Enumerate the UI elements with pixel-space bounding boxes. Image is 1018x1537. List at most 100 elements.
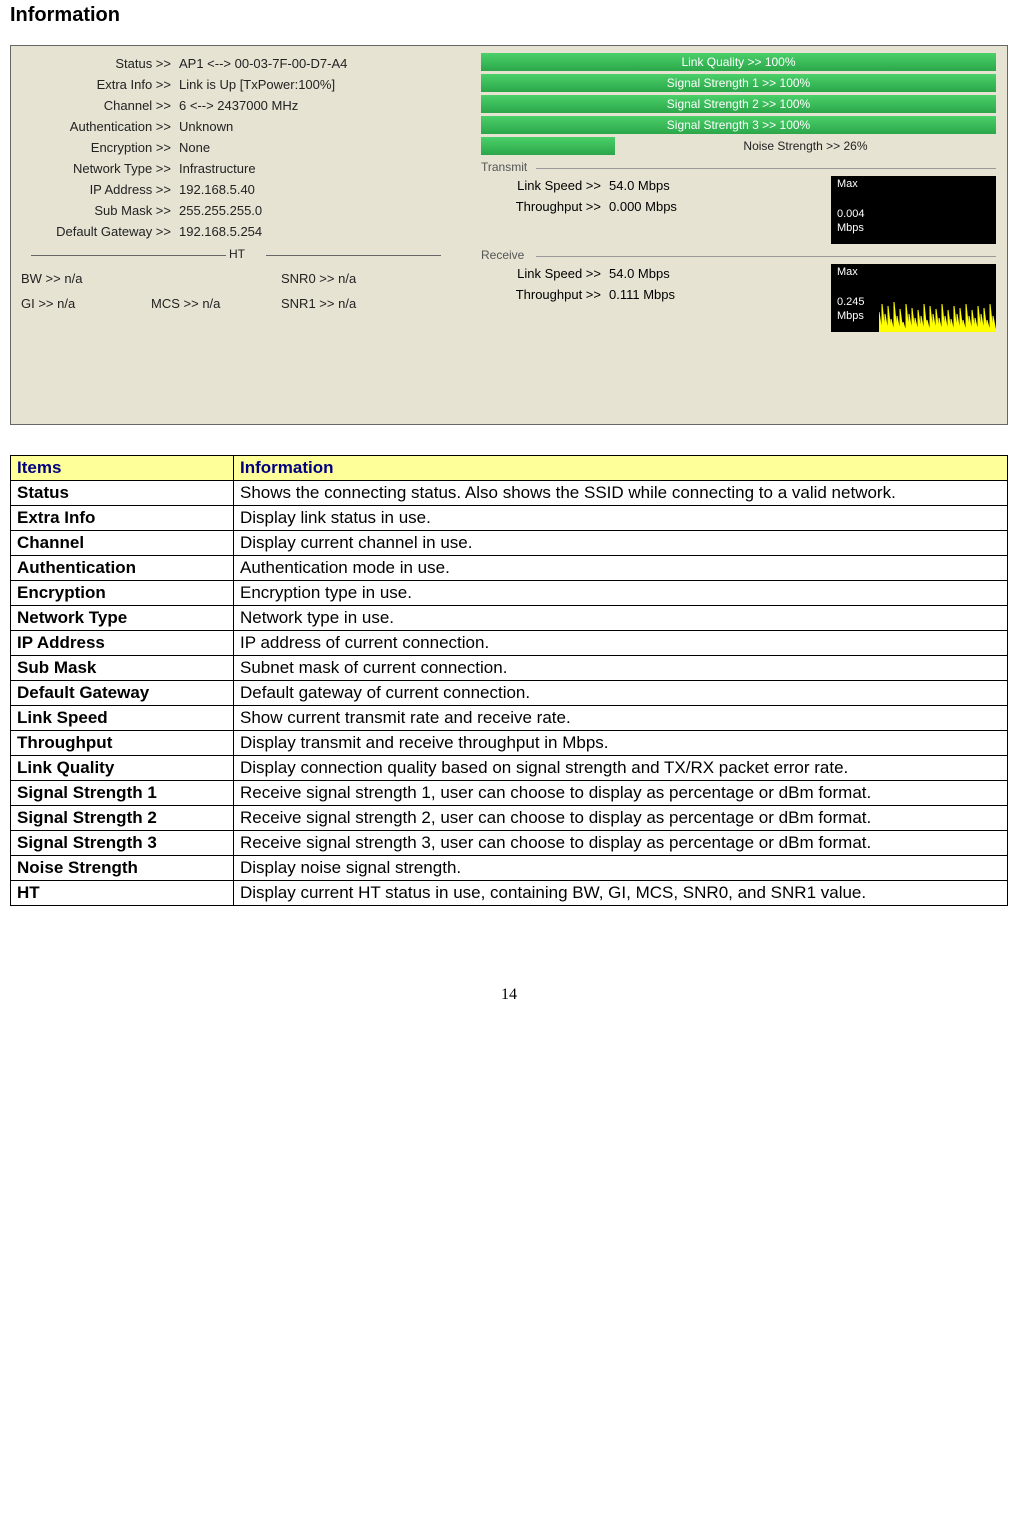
- kv-row: Extra Info >>Link is Up [TxPower:100%]: [21, 77, 441, 92]
- right-column: Link Quality >> 100% Signal Strength 1 >…: [481, 52, 996, 332]
- table-row: ChannelDisplay current channel in use.: [11, 531, 1008, 556]
- table-info: Encryption type in use.: [234, 581, 1008, 606]
- kv-label: Channel >>: [21, 98, 175, 113]
- kv-value: 255.255.255.0: [175, 203, 441, 218]
- table-row: Sub MaskSubnet mask of current connectio…: [11, 656, 1008, 681]
- receive-chart: Max 0.245 Mbps: [831, 264, 996, 332]
- left-column: Status >>AP1 <--> 00-03-7F-00-D7-A4Extra…: [21, 56, 441, 311]
- tx-linkspeed-label: Link Speed >>: [481, 178, 605, 193]
- info-table: Items Information StatusShows the connec…: [10, 455, 1008, 906]
- kv-value: 192.168.5.254: [175, 224, 441, 239]
- table-item: Default Gateway: [11, 681, 234, 706]
- kv-value: AP1 <--> 00-03-7F-00-D7-A4: [175, 56, 441, 71]
- rx-linkspeed-label: Link Speed >>: [481, 266, 605, 281]
- kv-label: Sub Mask >>: [21, 203, 175, 218]
- table-item: Channel: [11, 531, 234, 556]
- kv-label: Status >>: [21, 56, 175, 71]
- ht-gi: GI >>: [21, 296, 54, 311]
- table-row: HTDisplay current HT status in use, cont…: [11, 881, 1008, 906]
- rx-throughput-label: Throughput >>: [481, 287, 605, 302]
- table-info: Show current transmit rate and receive r…: [234, 706, 1008, 731]
- table-info: Receive signal strength 2, user can choo…: [234, 806, 1008, 831]
- table-info: Display current channel in use.: [234, 531, 1008, 556]
- table-item: Signal Strength 3: [11, 831, 234, 856]
- kv-row: Status >>AP1 <--> 00-03-7F-00-D7-A4: [21, 56, 441, 71]
- th-items: Items: [11, 456, 234, 481]
- ht-snr1-val: n/a: [338, 296, 356, 311]
- ht-legend: HT: [21, 245, 441, 265]
- table-info: Display transmit and receive throughput …: [234, 731, 1008, 756]
- table-item: Encryption: [11, 581, 234, 606]
- rx-chart-value: 0.245: [837, 296, 865, 308]
- ht-grid: BW >> n/a SNR0 >> n/a GI >> n/a MCS >> n…: [21, 271, 441, 311]
- table-info: Network type in use.: [234, 606, 1008, 631]
- table-row: Default GatewayDefault gateway of curren…: [11, 681, 1008, 706]
- tx-chart-value: 0.004: [837, 208, 865, 220]
- kv-value: Unknown: [175, 119, 441, 134]
- ht-mcs-val: n/a: [202, 296, 220, 311]
- rx-linkspeed-value: 54.0 Mbps: [605, 266, 825, 281]
- table-item: IP Address: [11, 631, 234, 656]
- table-item: Noise Strength: [11, 856, 234, 881]
- signal3-bar: Signal Strength 3 >> 100%: [481, 116, 996, 134]
- table-info: Default gateway of current connection.: [234, 681, 1008, 706]
- kv-row: Network Type >>Infrastructure: [21, 161, 441, 176]
- table-info: Receive signal strength 1, user can choo…: [234, 781, 1008, 806]
- transmit-chart: Max 0.004 Mbps: [831, 176, 996, 244]
- ht-mcs: MCS >>: [151, 296, 199, 311]
- kv-row: Default Gateway >>192.168.5.254: [21, 224, 441, 239]
- table-row: ThroughputDisplay transmit and receive t…: [11, 731, 1008, 756]
- table-row: Link QualityDisplay connection quality b…: [11, 756, 1008, 781]
- table-row: Signal Strength 2Receive signal strength…: [11, 806, 1008, 831]
- table-item: Status: [11, 481, 234, 506]
- table-item: Link Speed: [11, 706, 234, 731]
- ht-label: HT: [229, 247, 245, 261]
- ht-gi-val: n/a: [57, 296, 75, 311]
- table-row: Signal Strength 3Receive signal strength…: [11, 831, 1008, 856]
- kv-label: Encryption >>: [21, 140, 175, 155]
- table-info: Shows the connecting status. Also shows …: [234, 481, 1008, 506]
- table-row: Signal Strength 1Receive signal strength…: [11, 781, 1008, 806]
- ht-snr0-val: n/a: [338, 271, 356, 286]
- table-item: Extra Info: [11, 506, 234, 531]
- table-item: Authentication: [11, 556, 234, 581]
- table-row: StatusShows the connecting status. Also …: [11, 481, 1008, 506]
- table-info: Display link status in use.: [234, 506, 1008, 531]
- ht-bw: BW >>: [21, 271, 61, 286]
- table-row: Noise StrengthDisplay noise signal stren…: [11, 856, 1008, 881]
- info-panel: Status >>AP1 <--> 00-03-7F-00-D7-A4Extra…: [10, 45, 1008, 425]
- receive-label: Receive: [481, 248, 528, 262]
- table-info: Display current HT status in use, contai…: [234, 881, 1008, 906]
- tx-throughput-label: Throughput >>: [481, 199, 605, 214]
- noise-bar: Noise Strength >> 26%: [481, 137, 996, 155]
- table-item: Sub Mask: [11, 656, 234, 681]
- link-quality-bar: Link Quality >> 100%: [481, 53, 996, 71]
- kv-label: Default Gateway >>: [21, 224, 175, 239]
- table-row: EncryptionEncryption type in use.: [11, 581, 1008, 606]
- tx-chart-unit: Mbps: [837, 222, 864, 234]
- table-info: Receive signal strength 3, user can choo…: [234, 831, 1008, 856]
- kv-row: IP Address >>192.168.5.40: [21, 182, 441, 197]
- table-info: Display connection quality based on sign…: [234, 756, 1008, 781]
- transmit-label: Transmit: [481, 160, 531, 174]
- table-item: HT: [11, 881, 234, 906]
- receive-legend: Receive: [481, 248, 996, 264]
- table-row: AuthenticationAuthentication mode in use…: [11, 556, 1008, 581]
- table-item: Signal Strength 2: [11, 806, 234, 831]
- tx-throughput-value: 0.000 Mbps: [605, 199, 825, 214]
- kv-label: Extra Info >>: [21, 77, 175, 92]
- kv-value: 6 <--> 2437000 MHz: [175, 98, 441, 113]
- kv-row: Authentication >>Unknown: [21, 119, 441, 134]
- kv-value: 192.168.5.40: [175, 182, 441, 197]
- ht-snr0: SNR0 >>: [281, 271, 334, 286]
- table-row: Extra InfoDisplay link status in use.: [11, 506, 1008, 531]
- table-info: Subnet mask of current connection.: [234, 656, 1008, 681]
- kv-row: Channel >>6 <--> 2437000 MHz: [21, 98, 441, 113]
- table-item: Link Quality: [11, 756, 234, 781]
- tx-chart-svg: [879, 176, 996, 244]
- kv-row: Sub Mask >>255.255.255.0: [21, 203, 441, 218]
- signal2-bar: Signal Strength 2 >> 100%: [481, 95, 996, 113]
- kv-label: Authentication >>: [21, 119, 175, 134]
- table-info: Authentication mode in use.: [234, 556, 1008, 581]
- page-number: 14: [10, 986, 1008, 1004]
